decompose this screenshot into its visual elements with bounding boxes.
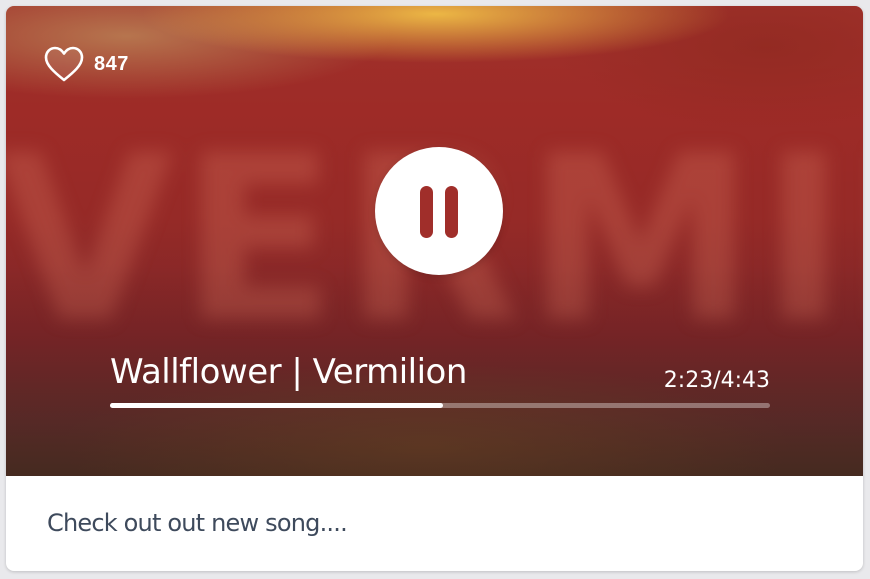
track-title: Wallflower | Vermilion [110, 352, 467, 392]
post-caption: Check out out new song.... [47, 509, 348, 537]
heart-outline-icon [42, 44, 86, 84]
song-card: VERMILIO 847 Wallflower | Vermilion 2:23… [6, 6, 863, 571]
pause-button[interactable] [375, 147, 503, 275]
progress-bar[interactable] [110, 403, 770, 408]
progress-fill [110, 403, 444, 408]
album-art-background: VERMILIO 847 Wallflower | Vermilion 2:23… [6, 6, 863, 476]
time-display: 2:23/4:43 [663, 368, 770, 393]
like-count: 847 [94, 52, 129, 75]
like-button[interactable]: 847 [42, 44, 129, 84]
